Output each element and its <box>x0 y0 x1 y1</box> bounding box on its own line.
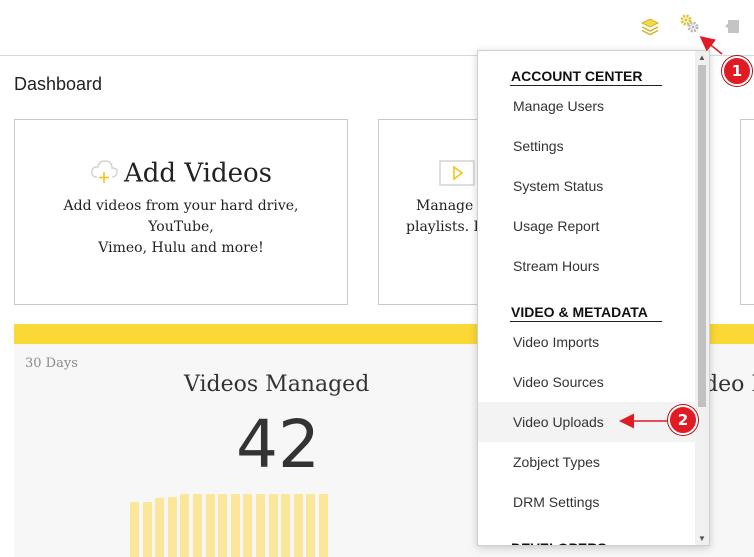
step-badge-1: 1 <box>722 56 752 86</box>
stats-bar <box>167 497 177 557</box>
stats-bar <box>306 494 316 557</box>
add-videos-card[interactable]: Add Videos Add videos from your hard dri… <box>14 119 348 305</box>
stats-title-right: deo I <box>704 372 754 397</box>
menu-item-video-sources[interactable]: Video Sources <box>478 362 696 402</box>
add-videos-title-text: Add Videos <box>124 158 272 189</box>
add-videos-description: Add videos from your hard drive, YouTube… <box>35 196 327 259</box>
stats-bar <box>142 502 152 557</box>
menu-scrollbar[interactable]: ▲ ▼ <box>695 51 709 545</box>
play-icon <box>439 160 475 190</box>
stats-bar <box>268 494 278 557</box>
scroll-down-icon[interactable]: ▼ <box>698 534 706 543</box>
page-title: Dashboard <box>14 74 103 94</box>
stats-bar <box>243 494 253 557</box>
menu-section-heading: VIDEO & METADATA <box>511 304 648 320</box>
menu-item-manage-users[interactable]: Manage Users <box>478 86 696 126</box>
step-badge-2: 2 <box>668 405 698 435</box>
menu-section-heading: ACCOUNT CENTER <box>511 68 643 84</box>
stats-bar <box>281 494 291 557</box>
menu-section-heading: DEVELOPERS <box>511 540 607 545</box>
stats-bar <box>130 502 139 557</box>
stats-bar <box>256 494 265 557</box>
scroll-thumb[interactable] <box>698 65 706 407</box>
stats-bar <box>230 494 240 557</box>
stats-range: 30 Days <box>25 356 78 371</box>
stats-bar-chart <box>126 490 376 557</box>
menu-item-zobject-types[interactable]: Zobject Types <box>478 442 696 482</box>
stats-bar <box>155 498 165 557</box>
menu-item-video-imports[interactable]: Video Imports <box>478 322 696 362</box>
scroll-up-icon[interactable]: ▲ <box>698 53 706 62</box>
menu-item-usage-report[interactable]: Usage Report <box>478 206 696 246</box>
menu-item-stream-hours[interactable]: Stream Hours <box>478 246 696 286</box>
stats-bar <box>319 494 328 557</box>
stats-title: Videos Managed <box>184 372 370 397</box>
add-videos-title: Add Videos <box>15 158 347 191</box>
stats-bar <box>293 494 303 557</box>
menu-item-video-uploads[interactable]: Video Uploads <box>478 402 696 442</box>
stats-bar <box>205 494 215 557</box>
cloud-upload-icon <box>90 158 120 191</box>
stats-bar <box>180 494 190 557</box>
stats-value: 42 <box>236 406 320 483</box>
settings-dropdown-menu: ▲ ▼ ACCOUNT CENTER Manage Users Settings Sy… <box>477 50 710 546</box>
layers-icon[interactable] <box>638 14 662 38</box>
menu-item-system-status[interactable]: System Status <box>478 166 696 206</box>
add-videos-desc-line2: Vimeo, Hulu and more! <box>98 240 264 256</box>
menu-item-settings[interactable]: Settings <box>478 126 696 166</box>
top-bar <box>0 0 754 56</box>
stats-bar <box>193 494 202 557</box>
stats-bar <box>218 494 228 557</box>
right-card[interactable] <box>740 119 754 305</box>
add-videos-desc-line1: Add videos from your hard drive, YouTube… <box>63 198 299 235</box>
exit-icon[interactable] <box>722 14 746 38</box>
gear-icon[interactable] <box>678 12 702 36</box>
menu-item-drm-settings[interactable]: DRM Settings <box>478 482 696 522</box>
